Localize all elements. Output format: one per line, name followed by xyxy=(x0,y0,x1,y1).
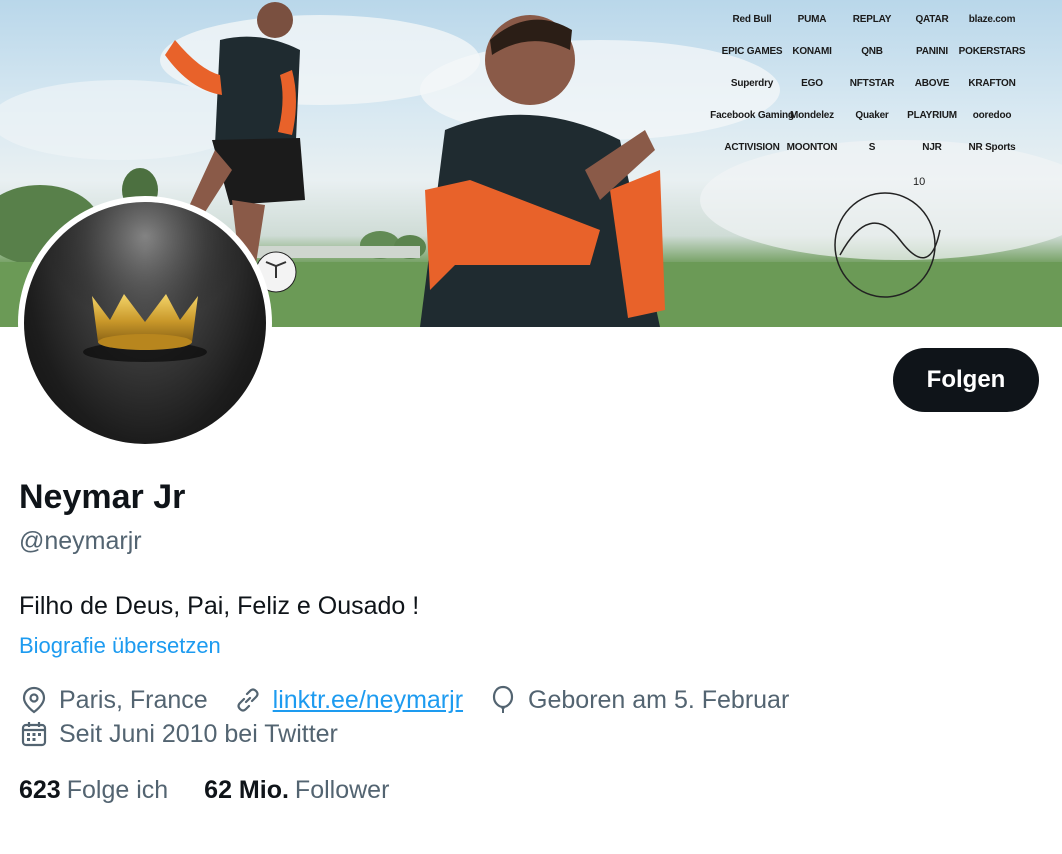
sponsor-logo: Superdry xyxy=(730,77,774,89)
sponsor-logo: Quaker xyxy=(855,109,889,121)
sponsor-logo: blaze.com xyxy=(968,13,1016,25)
crown-icon xyxy=(45,202,245,362)
sponsor-logo: S xyxy=(868,141,876,153)
sponsor-logo: KONAMI xyxy=(792,45,832,57)
sponsor-logo: Red Bull xyxy=(732,13,772,25)
following-stat[interactable]: 623 Folge ich xyxy=(19,776,168,805)
sponsor-logo: MOONTON xyxy=(786,141,838,153)
sponsor-logos: Red Bull PUMA REPLAY QATAR blaze.com EPI… xyxy=(710,8,1026,158)
sponsor-logo: NR Sports xyxy=(968,141,1016,153)
sponsor-logo: ooredoo xyxy=(972,109,1012,121)
followers-count: 62 Mio. xyxy=(204,776,289,804)
location-text: Paris, France xyxy=(59,685,208,714)
link-icon xyxy=(233,685,263,715)
sponsor-logo: EGO xyxy=(801,77,823,89)
followers-label: Follower xyxy=(294,776,390,804)
sponsor-logo: PLAYRIUM xyxy=(907,109,957,121)
sponsor-logo: ACTIVISION xyxy=(724,141,780,153)
profile-meta-row: Paris, France linktr.ee/neymarjr Geboren… xyxy=(19,685,814,715)
sponsor-logo: QNB xyxy=(861,45,883,57)
sponsor-logo: QATAR xyxy=(915,13,949,25)
sponsor-logo: EPIC GAMES xyxy=(721,45,783,57)
sponsor-logo: NFTSTAR xyxy=(849,77,895,89)
sponsor-logo: PUMA xyxy=(797,13,827,25)
profile-avatar[interactable] xyxy=(18,196,272,450)
profile-handle: @neymarjr xyxy=(19,527,142,555)
calendar-icon xyxy=(19,719,49,749)
sponsor-logo: Mondelez xyxy=(790,109,834,121)
following-count: 623 xyxy=(19,776,61,804)
joined-item: Seit Juni 2010 bei Twitter xyxy=(19,719,338,749)
birthday-text: Geboren am 5. Februar xyxy=(528,685,790,714)
location-item: Paris, France xyxy=(19,685,208,715)
sponsor-logo: Facebook Gaming xyxy=(710,109,794,121)
translate-bio-link[interactable]: Biografie übersetzen xyxy=(19,633,221,659)
follow-stats: 623 Folge ich 62 Mio. Follower xyxy=(19,776,425,805)
sponsor-logo: NJR xyxy=(922,141,942,153)
profile-meta-row: Seit Juni 2010 bei Twitter xyxy=(19,719,363,749)
follow-button[interactable]: Folgen xyxy=(893,348,1039,412)
balloon-icon xyxy=(488,685,518,715)
followers-stat[interactable]: 62 Mio. Follower xyxy=(204,776,389,805)
website-link[interactable]: linktr.ee/neymarjr xyxy=(273,686,463,715)
avatar-image xyxy=(24,202,266,444)
sponsor-logo: KRAFTON xyxy=(968,77,1016,89)
sponsor-logo: PANINI xyxy=(916,45,948,57)
birthday-item: Geboren am 5. Februar xyxy=(488,685,789,715)
sponsor-logo: ABOVE xyxy=(914,77,950,89)
sponsor-logo: POKERSTARS xyxy=(958,45,1026,57)
profile-name: Neymar Jr xyxy=(19,478,186,516)
sponsor-logo: REPLAY xyxy=(852,13,892,25)
profile-bio: Filho de Deus, Pai, Feliz e Ousado ! xyxy=(19,592,420,620)
following-label: Folge ich xyxy=(66,776,169,804)
website-item: linktr.ee/neymarjr xyxy=(233,685,463,715)
joined-text: Seit Juni 2010 bei Twitter xyxy=(59,719,338,748)
location-pin-icon xyxy=(19,685,49,715)
signature-number: 10 xyxy=(913,176,926,188)
